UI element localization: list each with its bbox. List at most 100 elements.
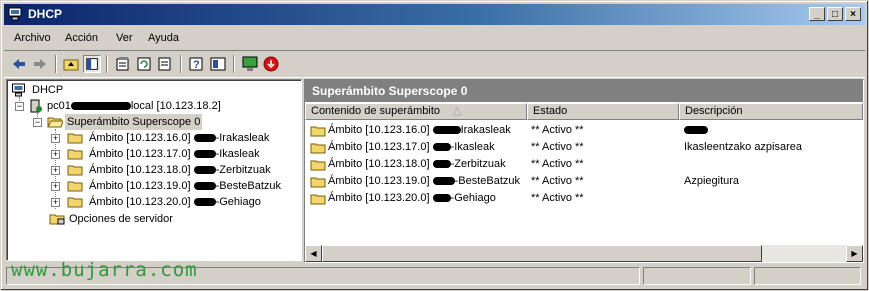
scroll-left-icon[interactable]: ◀ (305, 245, 322, 262)
redacted-mark (193, 134, 216, 143)
dhcp-window: DHCP _ □ × Archivo Acción Ver Ayuda ? DH… (0, 0, 869, 291)
details-header: Superámbito Superscope 0 (305, 80, 863, 102)
folder-icon (310, 126, 326, 137)
scroll-thumb[interactable] (322, 245, 762, 262)
svg-text:?: ? (193, 59, 200, 71)
open-folder-icon (47, 117, 63, 128)
list-item[interactable]: Ámbito [10.123.20.0] -Gehiago ** Activo … (305, 190, 863, 207)
redacted-mark (432, 160, 451, 169)
folder-icon (67, 197, 83, 208)
list-item[interactable]: Ámbito [10.123.17.0] -Ikasleak ** Activo… (305, 139, 863, 156)
refresh-icon[interactable] (135, 55, 153, 73)
expand-toggle[interactable]: + (51, 150, 60, 159)
close-button[interactable]: × (845, 7, 861, 21)
superscope-label: Superámbito Superscope 0 (65, 114, 203, 130)
properties-icon[interactable] (114, 55, 132, 73)
redacted-mark (193, 182, 216, 191)
console-tree[interactable]: DHCP − pc01 local [10.123.18.2] − Superám… (6, 79, 302, 261)
tree-node-scope[interactable]: + Ámbito [10.123.19.0] -BesteBatzuk (47, 178, 297, 194)
menu-accion[interactable]: Acción (65, 32, 98, 44)
list-item[interactable]: Ámbito [10.123.19.0] -BesteBatzuk ** Act… (305, 173, 863, 190)
menu-ver[interactable]: Ver (116, 32, 133, 44)
collapse-toggle[interactable]: − (33, 118, 42, 127)
scope-name: Ámbito [10.123.19.0] (328, 175, 433, 187)
maximize-button[interactable]: □ (827, 7, 843, 21)
tree-label: DHCP (32, 84, 64, 96)
mmc-help-icon[interactable] (209, 55, 227, 73)
scope-label-suffix: -Zerbitzuak (215, 164, 271, 176)
tree-node-scope[interactable]: + Ámbito [10.123.18.0] -Zerbitzuak (47, 162, 297, 178)
collapse-toggle[interactable]: − (15, 102, 24, 111)
redacted-mark (432, 126, 461, 135)
scope-label: Ámbito [10.123.16.0] (89, 132, 194, 144)
tree-node-scope[interactable]: + Ámbito [10.123.16.0] -Irakasleak (47, 130, 297, 146)
redacted-mark (432, 194, 451, 203)
show-tree-icon[interactable] (83, 55, 101, 73)
menu-bar: Archivo Acción Ver Ayuda (4, 28, 865, 48)
description-cell: Azpiegitura (684, 175, 740, 187)
tree-node-superscope[interactable]: − Superámbito Superscope 0 (29, 114, 289, 130)
scroll-right-icon[interactable]: ▶ (846, 245, 863, 262)
redacted-mark (193, 150, 216, 159)
expand-toggle[interactable]: + (51, 198, 60, 207)
forward-arrow-icon[interactable] (31, 55, 49, 73)
title-bar[interactable]: DHCP _ □ × (4, 4, 865, 25)
server-name-suffix: local [10.123.18.2] (130, 100, 221, 112)
scope-name-suffix: -Gehiago (450, 192, 496, 204)
window-title: DHCP (28, 7, 63, 21)
list-item[interactable]: Ámbito [10.123.18.0] -Zerbitzuak ** Acti… (305, 156, 863, 173)
folder-icon (67, 181, 83, 192)
site-watermark: www.bujarra.com (11, 259, 198, 281)
tree-node-dhcp[interactable]: DHCP (11, 82, 291, 98)
redacted-mark (70, 102, 131, 111)
dhcp-node-icon (12, 83, 25, 97)
tree-node-server-options[interactable]: Opciones de servidor (47, 211, 297, 227)
description-cell (684, 122, 708, 139)
stop-icon[interactable] (262, 55, 280, 73)
monitor-icon[interactable] (241, 55, 259, 73)
server-options-icon (49, 214, 65, 225)
scope-label: Ámbito [10.123.17.0] (89, 148, 194, 160)
folder-icon (310, 194, 326, 205)
column-header-descripcion[interactable]: Descripción (679, 103, 863, 120)
status-cell: ** Activo ** (531, 158, 584, 170)
expand-toggle[interactable]: + (51, 166, 60, 175)
expand-toggle[interactable]: + (51, 182, 60, 191)
folder-icon (67, 149, 83, 160)
horizontal-scrollbar[interactable]: ◀ ▶ (305, 245, 863, 262)
scope-label: Ámbito [10.123.20.0] (89, 196, 194, 208)
column-header-contenido[interactable]: Contenido de superámbito △ (305, 103, 527, 120)
minimize-button[interactable]: _ (809, 7, 825, 21)
column-label: Estado (533, 105, 568, 117)
dhcp-app-icon (8, 7, 22, 21)
server-icon (30, 99, 42, 113)
status-cell: ** Activo ** (531, 124, 584, 136)
scope-label-suffix: -BesteBatzuk (215, 180, 281, 192)
column-header-estado[interactable]: Estado (527, 103, 679, 120)
server-options-label: Opciones de servidor (69, 213, 173, 225)
expand-toggle[interactable]: + (51, 134, 60, 143)
toolbar: ? (4, 50, 865, 78)
tree-node-scope[interactable]: + Ámbito [10.123.17.0] -Ikasleak (47, 146, 297, 162)
redacted-mark (432, 143, 451, 152)
redacted-mark (432, 177, 455, 186)
redacted-mark (684, 126, 708, 135)
scope-label: Ámbito [10.123.18.0] (89, 164, 194, 176)
details-pane: Superámbito Superscope 0 Contenido de su… (304, 79, 864, 263)
column-label: Contenido de superámbito (311, 105, 441, 117)
tree-node-server[interactable]: − pc01 local [10.123.18.2] (11, 98, 299, 114)
help-icon[interactable]: ? (188, 55, 206, 73)
list-item[interactable]: Ámbito [10.123.16.0] Irakasleak ** Activ… (305, 122, 863, 139)
scope-label-suffix: -Ikasleak (215, 148, 260, 160)
export-list-icon[interactable] (156, 55, 174, 73)
menu-ayuda[interactable]: Ayuda (148, 32, 179, 44)
up-folder-icon[interactable] (62, 55, 80, 73)
menu-archivo[interactable]: Archivo (14, 32, 51, 44)
tree-node-scope[interactable]: + Ámbito [10.123.20.0] -Gehiago (47, 194, 297, 210)
sort-arrow-icon: △ (453, 105, 462, 117)
scope-name: Ámbito [10.123.16.0] (328, 124, 433, 136)
redacted-mark (193, 166, 216, 175)
folder-icon (67, 165, 83, 176)
scope-label: Ámbito [10.123.19.0] (89, 180, 194, 192)
back-arrow-icon[interactable] (10, 55, 28, 73)
